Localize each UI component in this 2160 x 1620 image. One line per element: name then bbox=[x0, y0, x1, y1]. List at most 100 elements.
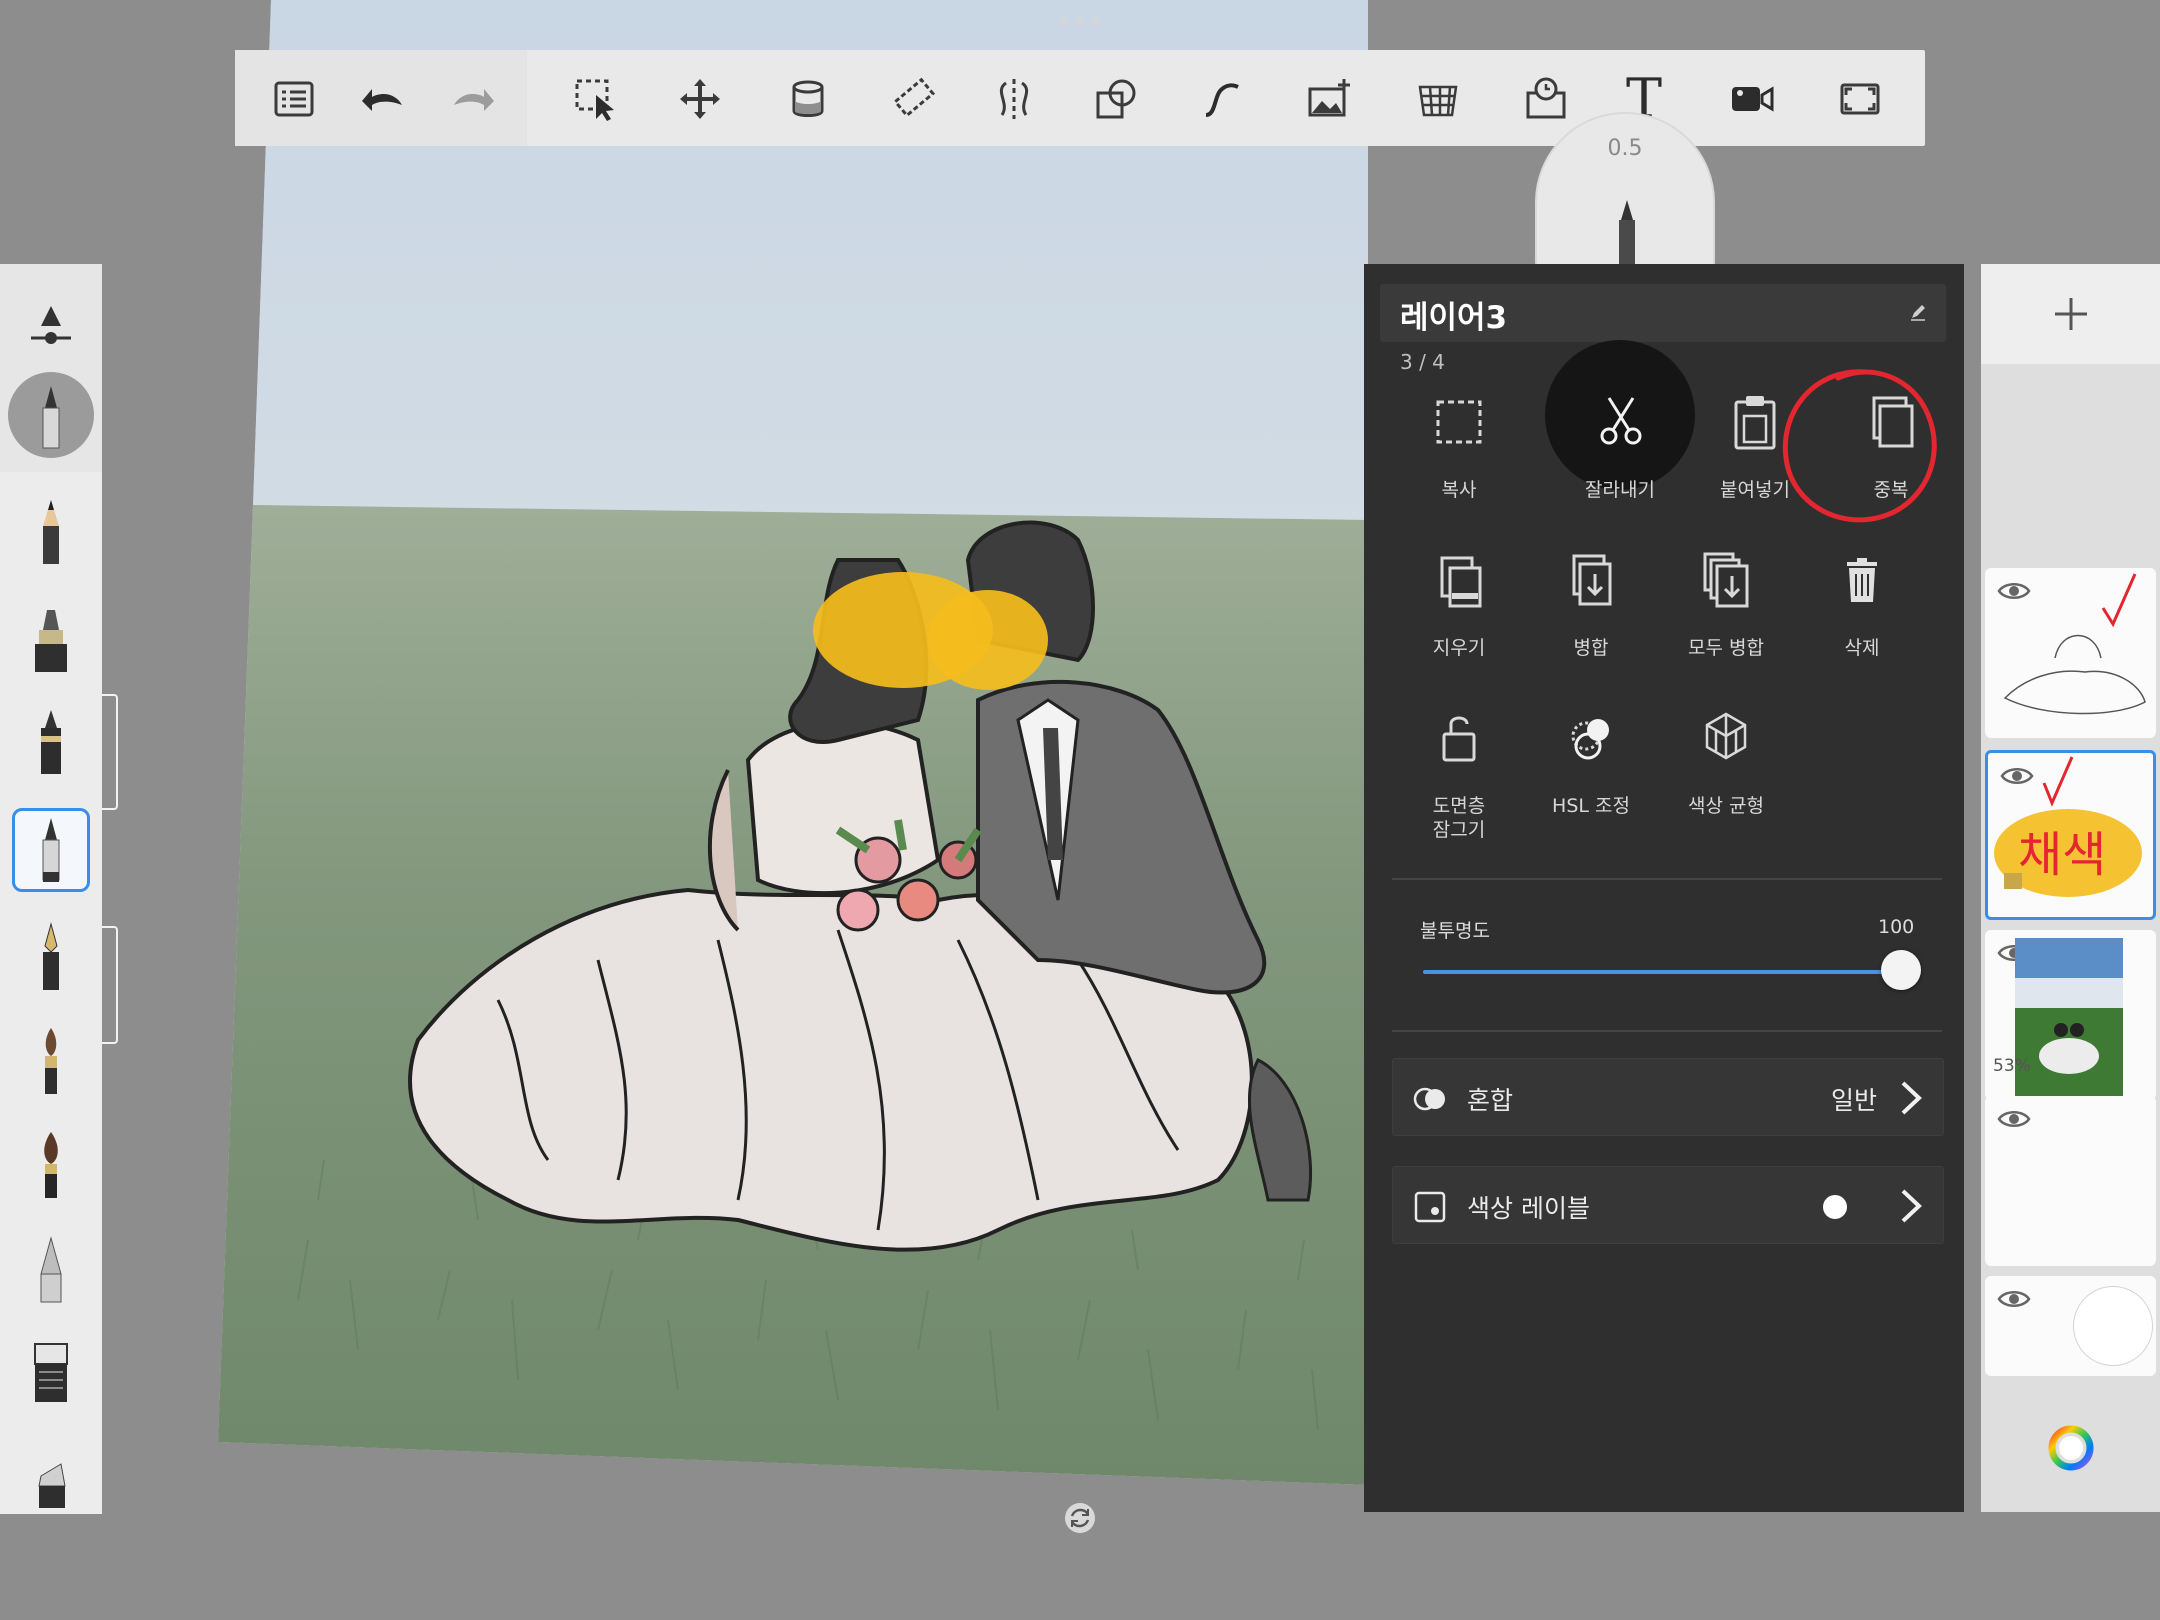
lineart-preview bbox=[2003, 573, 2146, 715]
clear-button[interactable]: 지우기 bbox=[1394, 550, 1524, 700]
smudge-icon bbox=[38, 1463, 66, 1508]
timelapse-icon bbox=[1526, 77, 1566, 119]
selection-button[interactable] bbox=[569, 72, 623, 126]
ruler-button[interactable] bbox=[887, 72, 941, 126]
brush-fineliner-selected[interactable] bbox=[12, 808, 90, 892]
watercolor-brush-icon bbox=[44, 1132, 58, 1198]
delete-button[interactable]: 삭제 bbox=[1797, 550, 1927, 700]
opacity-label: 불투명도 bbox=[1420, 920, 1490, 942]
blend-mode-row[interactable]: 혼합 일반 bbox=[1392, 1058, 1944, 1136]
hsl-icon bbox=[1571, 719, 1609, 760]
color-wheel-icon[interactable] bbox=[2047, 1424, 2095, 1472]
merge-all-button[interactable]: 모두 병합 bbox=[1661, 550, 1791, 700]
puck-value: 0.5 bbox=[1607, 136, 1643, 161]
color-balance-button[interactable]: 색상 균형 bbox=[1661, 708, 1791, 858]
brush-paintbrush[interactable] bbox=[12, 1020, 90, 1104]
ballpoint-icon bbox=[41, 710, 61, 774]
import-image-button[interactable] bbox=[1303, 72, 1357, 126]
fullscreen-button[interactable] bbox=[1833, 72, 1887, 126]
color-label-icon bbox=[1414, 1191, 1446, 1223]
color-layer-note: 채색 bbox=[2018, 827, 2106, 883]
symmetry-button[interactable] bbox=[987, 72, 1041, 126]
cut-button[interactable]: 잘라내기 bbox=[1555, 392, 1685, 542]
timelapse-button[interactable] bbox=[1519, 72, 1573, 126]
brush-ink-pen[interactable] bbox=[12, 916, 90, 1000]
background-color-swatch[interactable] bbox=[2073, 1286, 2153, 1366]
curve-button[interactable] bbox=[1195, 72, 1249, 126]
redo-icon bbox=[454, 89, 494, 111]
brush-pencil[interactable] bbox=[12, 490, 90, 574]
layer-thumbnail-photo[interactable]: 53% bbox=[1985, 930, 2156, 1100]
redo-button[interactable] bbox=[447, 72, 501, 126]
fineliner-icon bbox=[42, 818, 60, 882]
eye-icon[interactable] bbox=[1997, 1288, 2031, 1310]
airbrush-icon bbox=[40, 1236, 62, 1303]
video-icon bbox=[1732, 86, 1774, 112]
merge-button[interactable]: 병합 bbox=[1526, 550, 1656, 700]
opacity-slider-thumb[interactable] bbox=[1881, 950, 1921, 990]
record-button[interactable] bbox=[1725, 72, 1779, 126]
layer-thumbnail-background[interactable] bbox=[1985, 1276, 2156, 1376]
layer-thumbnail-color-selected[interactable]: 채색 bbox=[1985, 750, 2156, 920]
opacity-value: 100 bbox=[1878, 916, 1915, 938]
merge-down-icon bbox=[1572, 554, 1612, 606]
photo-preview bbox=[2015, 938, 2123, 1100]
layers-list-button[interactable] bbox=[267, 72, 321, 126]
scissors-icon bbox=[1600, 397, 1642, 445]
hsl-adjust-button[interactable]: HSL 조정 bbox=[1526, 708, 1656, 858]
drawing-canvas[interactable] bbox=[218, 0, 1368, 1485]
list-icon bbox=[274, 81, 314, 117]
opacity-slider-track[interactable] bbox=[1423, 970, 1901, 974]
lock-label-line2: 잠그기 bbox=[1432, 819, 1486, 841]
divider bbox=[1392, 878, 1942, 880]
brush-group-bracket bbox=[102, 926, 118, 1044]
selection-icon bbox=[575, 79, 614, 121]
ruler-icon bbox=[893, 77, 936, 118]
edit-pencil-icon[interactable] bbox=[1908, 302, 1928, 322]
brush-ballpoint[interactable] bbox=[12, 700, 90, 784]
lock-layer-button[interactable]: 도면층 잠그기 bbox=[1394, 708, 1524, 858]
clear-layer-icon bbox=[1440, 556, 1482, 608]
layer-thumbnail-lineart[interactable] bbox=[1985, 568, 2156, 738]
chevron-right-icon bbox=[1901, 1081, 1922, 1115]
color-label-swatch[interactable] bbox=[1823, 1195, 1847, 1219]
fill-button[interactable] bbox=[781, 72, 835, 126]
layer-thumbnail-empty[interactable] bbox=[1985, 1096, 2156, 1266]
layer-count: 3 / 4 bbox=[1400, 350, 1445, 374]
undo-button[interactable] bbox=[355, 72, 409, 126]
current-brush-preview[interactable] bbox=[8, 372, 94, 458]
eraser-icon bbox=[34, 1343, 68, 1402]
brush-eraser[interactable] bbox=[12, 1328, 90, 1412]
move-icon bbox=[680, 79, 720, 119]
brush-airbrush[interactable] bbox=[12, 1228, 90, 1312]
drag-handle-icon[interactable] bbox=[1058, 16, 1102, 26]
merge-all-icon bbox=[1703, 552, 1749, 608]
brush-size-button[interactable] bbox=[12, 286, 90, 370]
color-label-row[interactable]: 색상 레이블 bbox=[1392, 1166, 1944, 1244]
eye-icon[interactable] bbox=[1997, 1108, 2031, 1130]
pencil-icon bbox=[43, 500, 59, 564]
shapes-button[interactable] bbox=[1089, 72, 1143, 126]
brush-marker[interactable] bbox=[12, 598, 90, 682]
chevron-right-icon bbox=[1901, 1189, 1922, 1223]
divider bbox=[1392, 1030, 1942, 1032]
size-opacity-icon bbox=[31, 306, 71, 344]
red-annotation-circle bbox=[1782, 369, 1937, 523]
brush-puck[interactable]: 0.5 bbox=[1535, 112, 1715, 284]
brush-smudge[interactable] bbox=[12, 1430, 90, 1514]
transform-button[interactable] bbox=[673, 72, 727, 126]
copy-button[interactable]: 복사 bbox=[1394, 392, 1524, 542]
marker-icon bbox=[35, 610, 67, 672]
reset-view-icon[interactable] bbox=[1062, 1500, 1098, 1536]
brush-group-bracket bbox=[102, 694, 118, 810]
layer-name-header[interactable]: 레이어3 bbox=[1380, 284, 1946, 342]
perspective-button[interactable] bbox=[1411, 72, 1465, 126]
curve-icon bbox=[1205, 83, 1239, 117]
add-layer-button[interactable] bbox=[1981, 264, 2160, 364]
layer-stack: 채색 53% bbox=[1981, 264, 2160, 1512]
brush-watercolor[interactable] bbox=[12, 1124, 90, 1208]
pen-icon bbox=[42, 386, 60, 449]
copy-selection-icon bbox=[1436, 400, 1482, 444]
unlock-icon bbox=[1442, 716, 1476, 762]
color-label-text: 색상 레이블 bbox=[1467, 1194, 1590, 1223]
